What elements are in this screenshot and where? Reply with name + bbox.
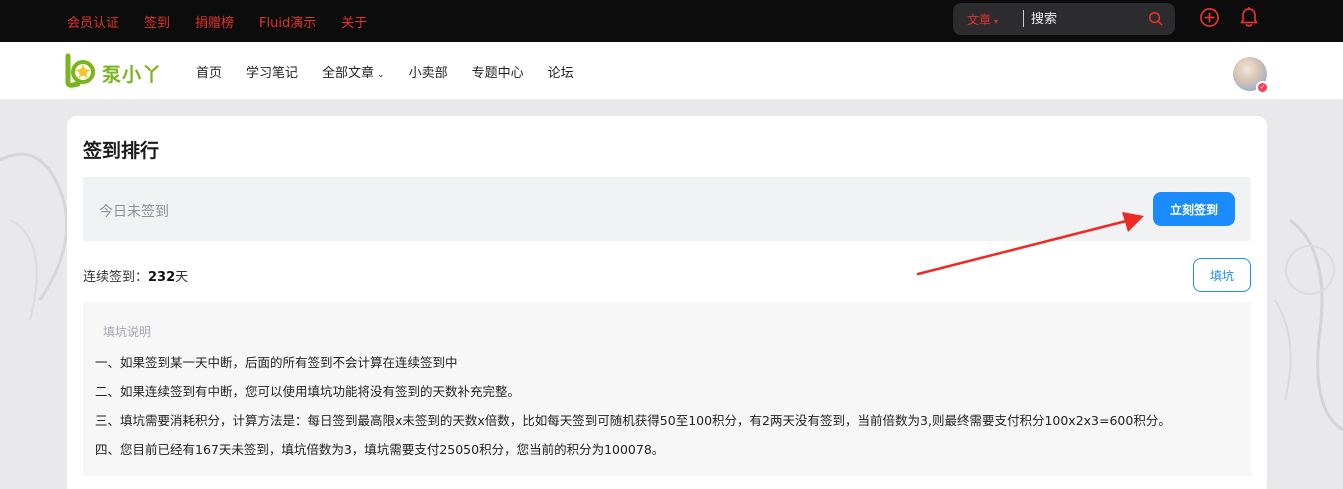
top-link-about[interactable]: 关于 <box>341 12 367 31</box>
search-icon[interactable] <box>1148 11 1163 26</box>
search-input[interactable] <box>1031 8 1141 30</box>
nav-menu: 首页 学习笔记 全部文章 ⌄ 小卖部 专题中心 论坛 <box>196 42 598 100</box>
top-link-checkin[interactable]: 签到 <box>144 12 170 31</box>
checkin-card: 签到排行 今日未签到 立刻签到 连续签到：232天 填坑 填坑说明 一、如果签到… <box>67 116 1267 489</box>
nav-item-topics[interactable]: 专题中心 <box>472 62 524 81</box>
explanation-line: 二、如果连续签到有中断，您可以使用填坑功能将没有签到的天数补充完整。 <box>95 384 521 399</box>
main-navbar: 泵小丫 首页 学习笔记 全部文章 ⌄ 小卖部 专题中心 论坛 ✓ <box>0 42 1343 100</box>
streak-unit: 天 <box>175 270 189 285</box>
checkin-status-text: 今日未签到 <box>99 204 169 220</box>
fill-gap-explanation: 填坑说明 一、如果签到某一天中断，后面的所有签到不会计算在连续签到中 二、如果连… <box>83 302 1251 476</box>
plus-circle-icon[interactable] <box>1199 7 1220 28</box>
nav-item-shop[interactable]: 小卖部 <box>409 62 448 81</box>
explanation-title: 填坑说明 <box>103 325 152 339</box>
explanation-line: 一、如果签到某一天中断，后面的所有签到不会计算在连续签到中 <box>95 355 458 370</box>
nav-item-all-articles[interactable]: 全部文章 ⌄ <box>322 62 385 81</box>
nav-item-forum[interactable]: 论坛 <box>548 62 574 81</box>
checkin-now-button[interactable]: 立刻签到 <box>1153 192 1235 226</box>
nav-item-all-articles-label: 全部文章 <box>322 65 375 81</box>
nav-item-home[interactable]: 首页 <box>196 62 222 81</box>
explanation-line: 三、填坑需要消耗积分，计算方法是：每日签到最高限x未签到的天数x倍数，比如每天签… <box>95 413 1171 428</box>
verified-badge-icon: ✓ <box>1256 81 1269 94</box>
search-box: 文章 ▾ <box>953 3 1175 35</box>
top-links: 会员认证 签到 捐赠榜 Fluid演示 关于 <box>67 0 392 42</box>
top-link-membership[interactable]: 会员认证 <box>67 12 119 31</box>
fill-gap-button[interactable]: 填坑 <box>1193 258 1251 292</box>
user-avatar[interactable]: ✓ <box>1233 57 1269 94</box>
streak-label: 连续签到： <box>83 270 149 285</box>
logo-mark-icon <box>65 53 95 88</box>
checkin-status-panel: 今日未签到 立刻签到 <box>83 177 1251 241</box>
top-link-fluid-demo[interactable]: Fluid演示 <box>259 12 316 31</box>
search-divider <box>1023 10 1024 27</box>
search-type-label: 文章 <box>967 13 992 27</box>
explanation-line: 四、您目前已经有167天未签到，填坑倍数为3，填坑需要支付25050积分，您当前… <box>95 442 665 457</box>
chevron-down-icon: ▾ <box>994 17 999 26</box>
logo-text: 泵小丫 <box>102 64 163 86</box>
bell-icon[interactable] <box>1239 7 1259 28</box>
top-link-donation[interactable]: 捐赠榜 <box>195 12 234 31</box>
site-logo[interactable]: 泵小丫 <box>64 50 172 90</box>
search-type-select[interactable]: 文章 ▾ <box>967 11 998 28</box>
chevron-down-icon: ⌄ <box>377 69 385 80</box>
streak-value: 232 <box>148 270 176 285</box>
streak-info: 连续签到：232天 <box>83 266 188 285</box>
page-title: 签到排行 <box>83 140 160 162</box>
top-bar: 会员认证 签到 捐赠榜 Fluid演示 关于 文章 ▾ <box>0 0 1343 42</box>
nav-item-notes[interactable]: 学习笔记 <box>246 62 298 81</box>
